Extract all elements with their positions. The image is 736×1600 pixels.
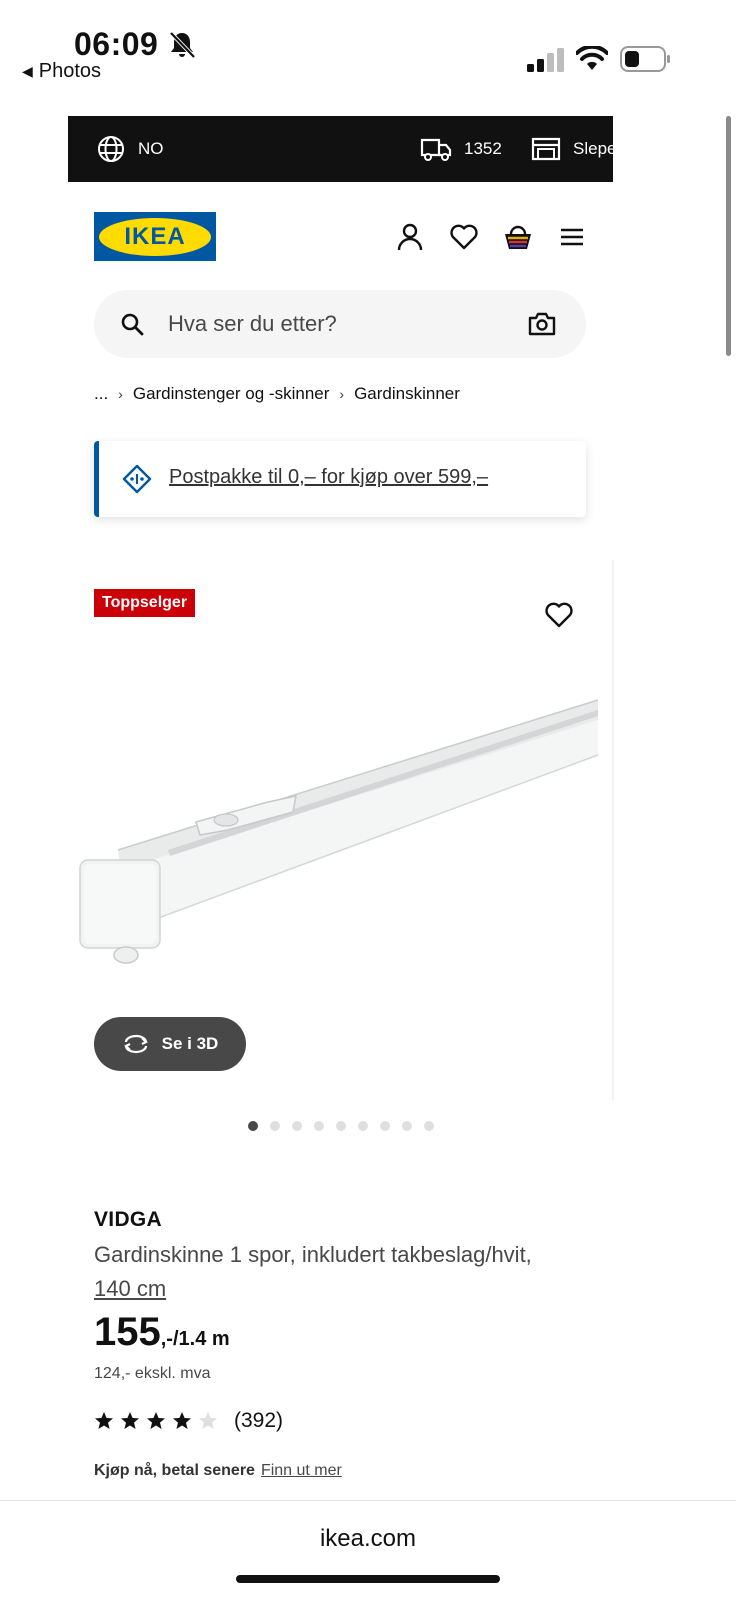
star-icon [95,1412,113,1429]
product-name: VIDGA [94,1208,163,1231]
back-to-photos[interactable]: ◀ Photos [22,60,101,83]
breadcrumb-ellipsis[interactable]: ... [94,384,108,404]
product-price: 155 ,-/1.4 m [94,1310,230,1355]
heart-icon[interactable] [544,600,574,630]
home-indicator[interactable] [236,1575,500,1583]
browser-address-bar[interactable]: ikea.com [0,1500,736,1600]
price-excl-vat: 124,- ekskl. mva [94,1365,211,1382]
chevron-right-icon: › [118,386,123,402]
pay-later-link[interactable]: Finn ut mer [261,1462,342,1480]
url-text: ikea.com [319,1525,417,1552]
star-icon [121,1412,139,1429]
delivery-postcode[interactable]: 1352 [420,116,502,182]
scrollbar[interactable] [726,116,731,356]
view-3d-button[interactable]: Se i 3D [94,1017,246,1071]
search-icon [121,313,144,336]
back-arrow-icon: ◀ [22,63,33,79]
cellular-signal-icon [527,48,564,72]
pay-later-label: Kjøp nå, betal senere [94,1462,255,1479]
gallery-dot[interactable] [336,1121,346,1131]
review-count: (392) [234,1409,284,1432]
account-icon[interactable] [395,222,425,252]
gallery-next-peek [612,560,614,1100]
cart-icon[interactable] [503,222,533,252]
gallery-dot[interactable] [358,1121,368,1131]
battery-icon [620,46,670,72]
rating-stars [94,1411,218,1431]
search-input[interactable] [168,304,508,344]
country-code: NO [138,139,164,158]
promo-banner: Postpakke til 0,– for kjøp over 599,– [94,441,586,517]
star-icon [199,1412,217,1429]
truck-icon [420,138,452,161]
country-selector[interactable]: NO [96,116,164,182]
product-image-curtain-track [79,699,599,964]
rotate-3d-icon [123,1034,148,1054]
status-time: 06:09 [74,26,159,62]
gallery-pagination [248,1121,434,1131]
location-bar: NO 1352 Slependen [68,116,654,182]
bell-slash-icon [169,31,196,59]
back-label: Photos [38,60,102,82]
breadcrumb-item-curtain-rods[interactable]: Gardinstenger og -skinner [133,384,330,404]
breadcrumb-item-curtain-tracks[interactable]: Gardinskinner [354,384,460,404]
gallery-dot[interactable] [424,1121,434,1131]
search-bar[interactable] [94,290,586,358]
promo-link[interactable]: Postpakke til 0,– for kjøp over 599,– [169,466,488,489]
chevron-right-icon: › [339,386,345,402]
view-3d-label: Se i 3D [161,1034,219,1053]
gallery-dot[interactable] [314,1121,324,1131]
postcode: 1352 [464,139,502,158]
menu-icon[interactable] [557,222,587,252]
price-integer: 155 [94,1310,161,1354]
product-description-text: Gardinskinne 1 spor, inkludert takbeslag… [94,1242,532,1267]
ikea-logo[interactable]: IKEA [94,212,216,261]
globe-icon [98,136,124,162]
product-rating[interactable]: (392) [94,1409,283,1433]
gallery-dot[interactable] [270,1121,280,1131]
logo-text: IKEA [124,222,186,250]
star-icon [173,1412,191,1429]
top-seller-badge: Toppselger [94,589,196,617]
breadcrumb: ... › Gardinstenger og -skinner › Gardin… [94,384,460,404]
store-selector[interactable]: Slependen [531,116,654,182]
wifi-icon [576,46,608,70]
price-unit: ,-/1.4 m [160,1328,230,1350]
star-icon [147,1412,165,1429]
camera-icon[interactable] [528,310,556,338]
product-size-link[interactable]: 140 cm [94,1276,166,1301]
pay-later-info: Kjøp nå, betal senere Finn ut mer [94,1462,342,1480]
tag-discount-icon [122,464,152,494]
store-name: Slependen [573,139,655,158]
heart-icon[interactable] [449,222,479,252]
gallery-dot[interactable] [402,1121,412,1131]
gallery-dot[interactable] [248,1121,258,1131]
product-description: Gardinskinne 1 spor, inkludert takbeslag… [94,1238,564,1306]
gallery-dot[interactable] [292,1121,302,1131]
store-icon [531,137,561,161]
gallery-dot[interactable] [380,1121,390,1131]
